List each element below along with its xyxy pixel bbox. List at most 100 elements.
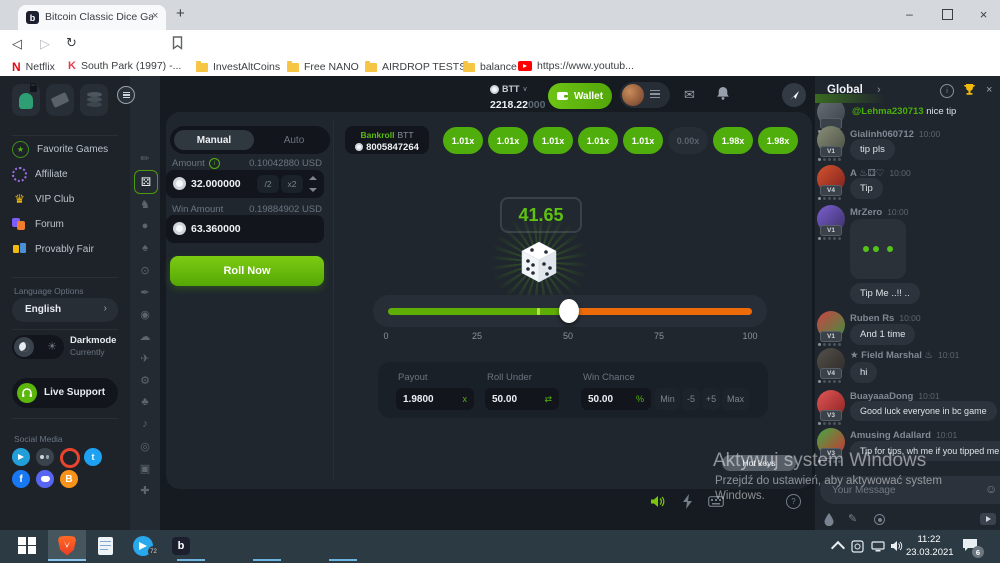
medium-icon[interactable]: [36, 448, 54, 466]
game-tile-locked[interactable]: [12, 84, 40, 116]
game-tile-coins[interactable]: [80, 84, 108, 116]
bitcoin-icon[interactable]: B: [60, 470, 78, 488]
discord-icon[interactable]: [36, 470, 54, 488]
sidebar-item-provably-fair[interactable]: Provably Fair: [12, 237, 122, 261]
game-icon[interactable]: ☁: [130, 330, 160, 343]
tray-volume-icon[interactable]: [890, 540, 903, 552]
roll-slider[interactable]: [373, 295, 767, 327]
win-amount-input[interactable]: 63.360000: [166, 215, 324, 243]
multiplier-chip[interactable]: 1.98x: [758, 127, 798, 154]
sidebar-item-forum[interactable]: Forum: [12, 212, 122, 236]
notification-center-button[interactable]: 6: [962, 538, 978, 557]
chance-plus5-button[interactable]: +5: [702, 388, 720, 410]
taskbar-brave-button[interactable]: [48, 530, 86, 561]
tab-auto[interactable]: Auto: [266, 130, 322, 150]
start-button[interactable]: [8, 530, 46, 561]
help-icon[interactable]: ?: [786, 494, 801, 509]
tray-network-icon[interactable]: [871, 541, 885, 552]
telegram-icon[interactable]: [12, 448, 30, 466]
game-icon[interactable]: ▣: [130, 462, 160, 475]
bookmark-freenano[interactable]: Free NANO: [287, 61, 359, 73]
game-tile-ticket[interactable]: [46, 84, 74, 116]
game-icon[interactable]: ♪: [130, 418, 160, 430]
balance-display[interactable]: BTT ∨ 2218.22000: [490, 84, 544, 113]
taskbar-bcgame-button[interactable]: b: [162, 530, 200, 561]
chat-username[interactable]: Amusing Adallard10:01: [850, 430, 957, 441]
game-icon-dice-active[interactable]: ⚄: [134, 170, 158, 194]
sound-icon[interactable]: [650, 495, 665, 508]
multiplier-chip[interactable]: 1.01x: [623, 127, 663, 154]
chevron-right-icon[interactable]: ›: [877, 84, 881, 96]
game-icon[interactable]: ✒: [130, 286, 160, 299]
chance-max-button[interactable]: Max: [722, 388, 749, 410]
chat-username[interactable]: Ruben Rs10:00: [850, 313, 921, 324]
window-restore-button[interactable]: [931, 0, 964, 28]
bell-icon[interactable]: [716, 86, 730, 101]
chat-rules-icon[interactable]: ✎: [848, 512, 857, 525]
swap-icon[interactable]: ⇄: [544, 394, 552, 405]
chat-info-icon[interactable]: i: [940, 84, 954, 98]
multiplier-chip[interactable]: 1.98x: [713, 127, 753, 154]
sidebar-toggle-button[interactable]: [117, 86, 135, 104]
github-red-icon[interactable]: [60, 448, 80, 468]
sidebar-item-vip-club[interactable]: ♛ VIP Club: [12, 187, 122, 211]
game-icon[interactable]: ♣: [130, 396, 160, 408]
send-button[interactable]: [980, 513, 996, 525]
trophy-icon[interactable]: [963, 83, 976, 96]
chat-message-input[interactable]: [820, 476, 1000, 504]
game-icon[interactable]: ◉: [130, 308, 160, 321]
tray-update-icon[interactable]: [851, 540, 864, 553]
hotkeys-keyboard-icon[interactable]: [708, 496, 724, 507]
multiplier-chip[interactable]: 1.01x: [443, 127, 483, 154]
wallet-button[interactable]: Wallet: [548, 83, 612, 109]
channel-selector[interactable]: Global: [827, 84, 863, 96]
amount-stepper[interactable]: [307, 174, 319, 194]
half-bet-button[interactable]: /2: [257, 175, 279, 193]
profile-button[interactable]: [620, 82, 670, 108]
taskbar-clock[interactable]: 11:22 23.03.2021: [906, 534, 952, 558]
bookmark-airdrop[interactable]: AIRDROP TESTS: [365, 61, 466, 73]
new-tab-button[interactable]: +: [176, 5, 185, 22]
tip-coin-icon[interactable]: [874, 514, 885, 525]
mention[interactable]: @Lehma230713: [852, 106, 924, 117]
chat-toggle-button[interactable]: [782, 83, 806, 107]
bookmark-balance[interactable]: balance: [463, 61, 517, 73]
emoji-icon[interactable]: ☺: [985, 482, 997, 496]
facebook-icon[interactable]: f: [12, 470, 30, 488]
live-support-button[interactable]: Live Support: [12, 378, 118, 408]
bookmark-netflix[interactable]: N Netflix: [12, 60, 55, 74]
game-icon[interactable]: ♞: [130, 198, 160, 211]
taskbar-notepad-button[interactable]: [86, 530, 124, 561]
turbo-bolt-icon[interactable]: [682, 494, 694, 509]
roll-under-input[interactable]: 50.00 ⇄: [485, 388, 559, 410]
bookmark-icon[interactable]: [172, 36, 183, 50]
reload-button[interactable]: ↻: [66, 35, 77, 51]
game-icon[interactable]: ✈: [130, 352, 160, 365]
win-chance-input[interactable]: 50.00 %: [581, 388, 651, 410]
game-icon[interactable]: ◎: [130, 440, 160, 453]
bookmark-investaltcoins[interactable]: InvestAltCoins: [196, 61, 280, 73]
forward-button[interactable]: ▷: [40, 36, 50, 52]
game-icon[interactable]: ⊙: [130, 264, 160, 277]
twitter-icon[interactable]: t: [84, 448, 102, 466]
double-bet-button[interactable]: x2: [281, 175, 303, 193]
window-close-button[interactable]: ×: [967, 0, 1000, 28]
bookmark-youtube[interactable]: https://www.youtub...: [518, 60, 634, 72]
multiplier-chip[interactable]: 1.01x: [488, 127, 528, 154]
language-selector[interactable]: English ›: [12, 298, 118, 322]
multiplier-chip[interactable]: 1.01x: [533, 127, 573, 154]
payout-input[interactable]: 1.9800 x: [396, 388, 474, 410]
chat-username[interactable]: ★ Field Marshal ♨10:01: [850, 350, 959, 361]
window-minimize-button[interactable]: –: [893, 0, 926, 28]
game-icon[interactable]: ✏: [130, 152, 160, 165]
multiplier-chip[interactable]: 0.00x: [668, 127, 708, 154]
bookmark-southpark[interactable]: K South Park (1997) -...: [68, 60, 181, 72]
darkmode-toggle[interactable]: ☀: [12, 335, 64, 359]
back-button[interactable]: ◁: [12, 36, 22, 52]
browser-tab[interactable]: b Bitcoin Classic Dice Game - Play D ×: [18, 5, 166, 30]
chance-min-button[interactable]: Min: [655, 388, 680, 410]
roll-now-button[interactable]: Roll Now: [170, 256, 324, 286]
game-icon[interactable]: ●: [130, 220, 160, 232]
sidebar-item-favorite-games[interactable]: ★ Favorite Games: [12, 137, 122, 161]
amount-input[interactable]: 32.000000 /2 x2: [166, 170, 324, 198]
